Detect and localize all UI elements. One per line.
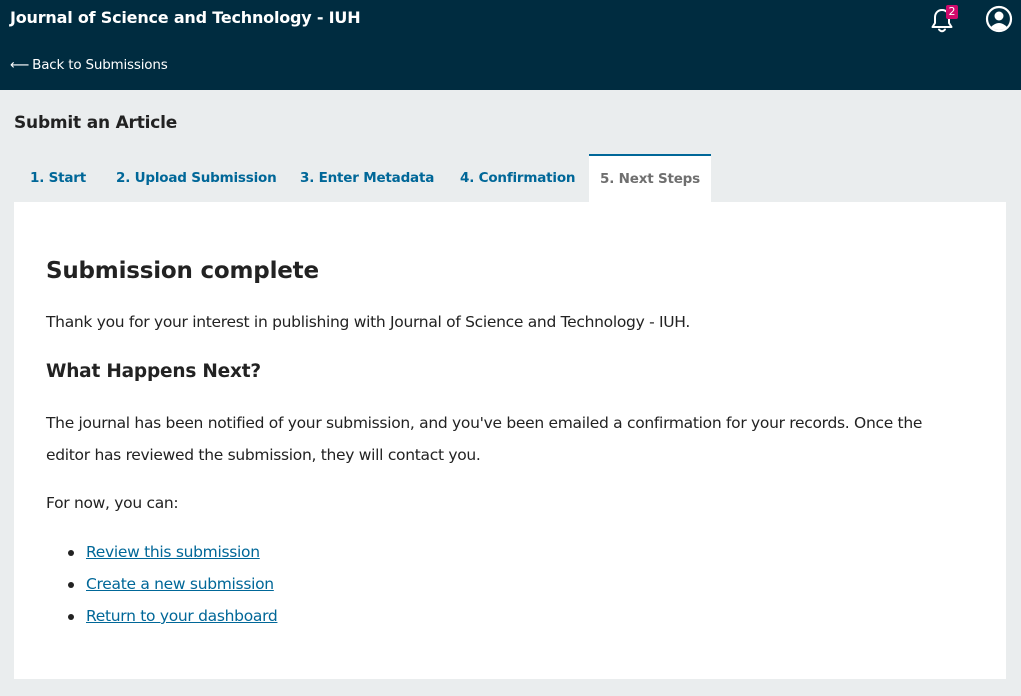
tab-upload-submission[interactable]: 2. Upload Submission xyxy=(116,154,277,202)
back-to-submissions-link[interactable]: ⟵ Back to Submissions xyxy=(10,56,168,74)
back-link-label: Back to Submissions xyxy=(32,57,168,73)
bullet-icon xyxy=(68,582,74,588)
return-to-dashboard-link[interactable]: Return to your dashboard xyxy=(86,600,278,632)
bullet-icon xyxy=(68,614,74,620)
bullet-icon xyxy=(68,550,74,556)
next-steps-panel: Submission complete Thank you for your i… xyxy=(14,202,1006,679)
tab-enter-metadata[interactable]: 3. Enter Metadata xyxy=(300,154,434,202)
review-submission-link[interactable]: Review this submission xyxy=(86,536,260,568)
site-header: Journal of Science and Technology - IUH … xyxy=(0,0,1021,90)
notifications-button[interactable]: 2 xyxy=(928,5,960,35)
tab-next-steps[interactable]: 5. Next Steps xyxy=(589,154,711,202)
notification-count-badge: 2 xyxy=(946,5,958,19)
user-circle-icon xyxy=(985,5,1013,33)
site-title[interactable]: Journal of Science and Technology - IUH xyxy=(10,8,361,28)
tab-confirmation[interactable]: 4. Confirmation xyxy=(460,154,576,202)
tab-start[interactable]: 1. Start xyxy=(30,154,86,202)
page-title: Submit an Article xyxy=(14,113,178,133)
thank-you-text: Thank you for your interest in publishin… xyxy=(46,313,691,331)
submission-complete-heading: Submission complete xyxy=(46,258,319,284)
user-profile-button[interactable] xyxy=(985,5,1013,33)
notification-text-line-2: editor has reviewed the submission, they… xyxy=(46,446,481,464)
for-now-text: For now, you can: xyxy=(46,494,179,512)
create-new-submission-link[interactable]: Create a new submission xyxy=(86,568,274,600)
what-happens-next-heading: What Happens Next? xyxy=(46,361,261,382)
notification-text-line-1: The journal has been notified of your su… xyxy=(46,414,923,432)
back-arrow-icon: ⟵ xyxy=(10,57,30,73)
